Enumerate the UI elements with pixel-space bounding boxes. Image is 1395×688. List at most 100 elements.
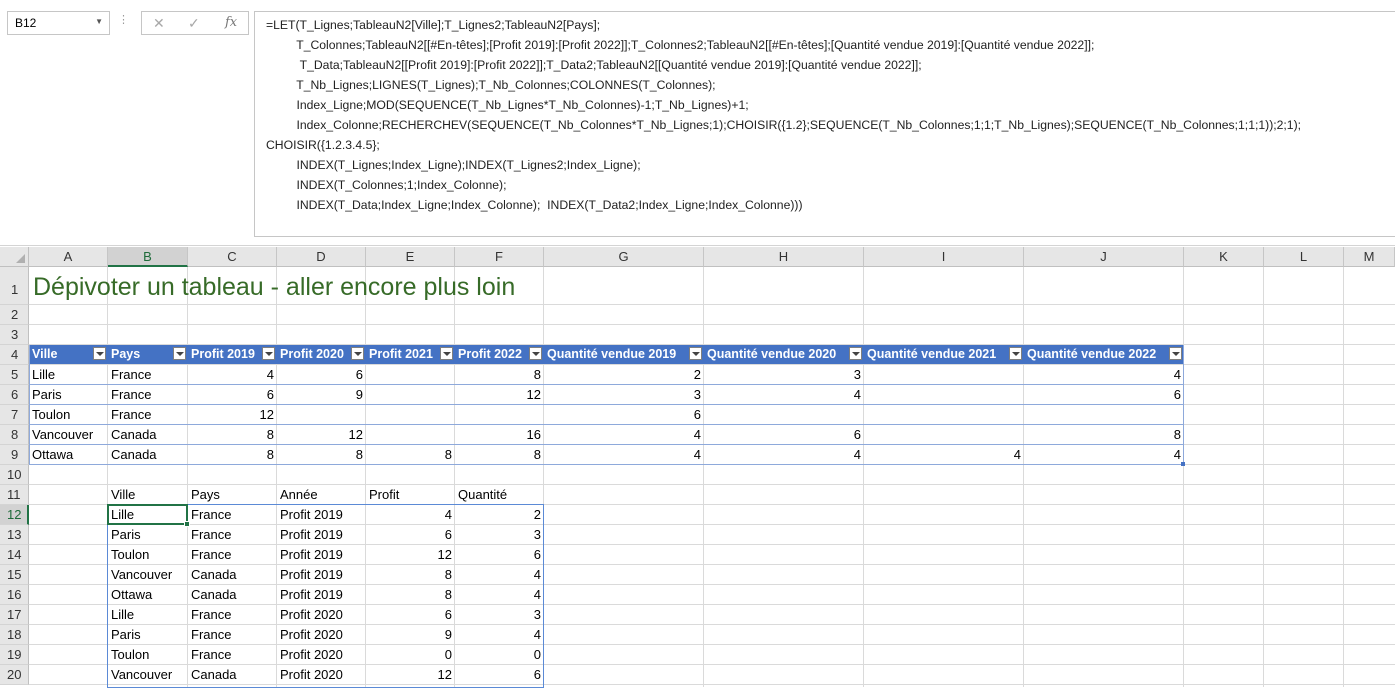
row-header-9[interactable]: 9 (0, 445, 29, 465)
column-header-c[interactable]: C (188, 247, 277, 267)
filter-dropdown-icon[interactable] (1169, 347, 1182, 360)
row-header-1[interactable]: 1 (0, 267, 29, 305)
row-header-10[interactable]: 10 (0, 465, 29, 485)
row-header-13[interactable]: 13 (0, 525, 29, 545)
table-resize-handle[interactable] (1181, 462, 1185, 466)
table-cell[interactable]: 12 (455, 385, 544, 405)
column-header-g[interactable]: G (544, 247, 704, 267)
table-cell[interactable]: 6 (277, 365, 366, 385)
table-cell[interactable]: 16 (455, 425, 544, 445)
table-cell[interactable]: Canada (108, 445, 188, 465)
row-header-11[interactable]: 11 (0, 485, 29, 505)
column-header-m[interactable]: M (1344, 247, 1395, 267)
row-header-2[interactable]: 2 (0, 305, 29, 325)
table-cell[interactable] (864, 425, 1024, 445)
table-header-1[interactable]: Pays (108, 345, 188, 364)
table-cell[interactable] (704, 405, 864, 425)
table-cell[interactable]: 3 (544, 385, 704, 405)
row-header-17[interactable]: 17 (0, 605, 29, 625)
filter-dropdown-icon[interactable] (351, 347, 364, 360)
table-cell[interactable]: 9 (277, 385, 366, 405)
table-cell[interactable]: 4 (544, 445, 704, 465)
table-cell[interactable]: 4 (864, 445, 1024, 465)
table-cell[interactable]: 4 (1024, 365, 1184, 385)
table-cell[interactable]: 4 (704, 385, 864, 405)
fill-handle[interactable] (184, 521, 190, 527)
insert-function-icon[interactable]: fx (225, 15, 237, 30)
filter-dropdown-icon[interactable] (689, 347, 702, 360)
row-header-20[interactable]: 20 (0, 665, 29, 685)
row-header-3[interactable]: 3 (0, 325, 29, 345)
column-header-i[interactable]: I (864, 247, 1024, 267)
table-cell[interactable] (366, 385, 455, 405)
name-box[interactable]: B12 ▼ (7, 11, 110, 35)
table-cell[interactable] (864, 365, 1024, 385)
chevron-down-icon[interactable]: ▼ (95, 17, 103, 26)
table-cell[interactable]: 6 (544, 405, 704, 425)
table-header-7[interactable]: Quantité vendue 2020 (704, 345, 864, 364)
table-cell[interactable] (366, 405, 455, 425)
table-cell[interactable] (277, 405, 366, 425)
table-cell[interactable]: France (108, 365, 188, 385)
table-cell[interactable]: 8 (455, 445, 544, 465)
table-cell[interactable] (455, 405, 544, 425)
row-header-16[interactable]: 16 (0, 585, 29, 605)
table-cell[interactable] (864, 405, 1024, 425)
table-header-2[interactable]: Profit 2019 (188, 345, 277, 364)
row-header-8[interactable]: 8 (0, 425, 29, 445)
table-cell[interactable]: Canada (108, 425, 188, 445)
table-cell[interactable]: 8 (455, 365, 544, 385)
select-all-corner[interactable] (0, 247, 29, 267)
table-header-6[interactable]: Quantité vendue 2019 (544, 345, 704, 364)
row-header-5[interactable]: 5 (0, 365, 29, 385)
table-header-9[interactable]: Quantité vendue 2022 (1024, 345, 1184, 364)
column-header-e[interactable]: E (366, 247, 455, 267)
filter-dropdown-icon[interactable] (262, 347, 275, 360)
table-cell[interactable]: 8 (277, 445, 366, 465)
row-header-12[interactable]: 12 (0, 505, 29, 525)
table-header-5[interactable]: Profit 2022 (455, 345, 544, 364)
more-options-icon[interactable]: ⋮ (118, 13, 129, 26)
column-header-l[interactable]: L (1264, 247, 1344, 267)
table-cell[interactable]: 6 (704, 425, 864, 445)
cancel-x-icon[interactable]: ✕ (153, 15, 165, 32)
table-header-8[interactable]: Quantité vendue 2021 (864, 345, 1024, 364)
table-header-4[interactable]: Profit 2021 (366, 345, 455, 364)
table-cell[interactable]: Lille (29, 365, 108, 385)
formula-input[interactable]: =LET(T_Lignes;TableauN2[Ville];T_Lignes2… (254, 11, 1395, 237)
table-header-0[interactable]: Ville (29, 345, 108, 364)
table-cell[interactable]: Vancouver (29, 425, 108, 445)
table-cell[interactable]: France (108, 405, 188, 425)
table-cell[interactable]: 3 (704, 365, 864, 385)
table-cell[interactable]: 6 (188, 385, 277, 405)
enter-check-icon[interactable]: ✓ (188, 15, 200, 32)
table-cell[interactable] (366, 425, 455, 445)
table-cell[interactable]: 6 (1024, 385, 1184, 405)
column-header-b[interactable]: B (108, 247, 188, 267)
row-header-19[interactable]: 19 (0, 645, 29, 665)
table-cell[interactable]: 4 (188, 365, 277, 385)
row-header-15[interactable]: 15 (0, 565, 29, 585)
table-cell[interactable] (864, 385, 1024, 405)
table-cell[interactable]: France (108, 385, 188, 405)
column-header-j[interactable]: J (1024, 247, 1184, 267)
table-cell[interactable]: 12 (188, 405, 277, 425)
table-cell[interactable]: 8 (188, 425, 277, 445)
table-cell[interactable]: Ottawa (29, 445, 108, 465)
table-cell[interactable] (1024, 405, 1184, 425)
filter-dropdown-icon[interactable] (529, 347, 542, 360)
table-cell[interactable]: 4 (1024, 445, 1184, 465)
row-header-14[interactable]: 14 (0, 545, 29, 565)
column-header-h[interactable]: H (704, 247, 864, 267)
row-header-6[interactable]: 6 (0, 385, 29, 405)
table-cell[interactable]: 12 (277, 425, 366, 445)
filter-dropdown-icon[interactable] (1009, 347, 1022, 360)
filter-dropdown-icon[interactable] (849, 347, 862, 360)
selected-cell-b12[interactable] (107, 504, 188, 525)
row-header-4[interactable]: 4 (0, 345, 29, 365)
column-header-f[interactable]: F (455, 247, 544, 267)
table-cell[interactable]: 4 (544, 425, 704, 445)
table-cell[interactable]: Toulon (29, 405, 108, 425)
filter-dropdown-icon[interactable] (173, 347, 186, 360)
table-cell[interactable]: Paris (29, 385, 108, 405)
